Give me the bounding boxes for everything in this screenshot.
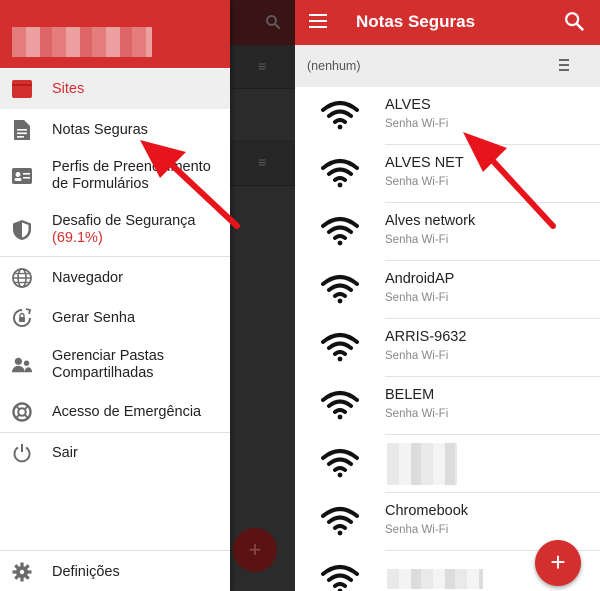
drawer-item-settings[interactable]: Definições [0,552,230,591]
security-score: (69.1%) [52,230,103,246]
dimmed-folder-row: ≡ [230,45,295,89]
note-list-item[interactable] [295,435,600,493]
drawer-item-label: Perfis de Preenchimento de Formulários [52,159,211,193]
note-title: Alves network [385,213,476,229]
drawer-item-secure-notes[interactable]: Notas Seguras [0,110,230,150]
drawer-item-sites[interactable]: Sites [0,69,230,109]
wifi-icon [321,390,359,420]
wifi-icon [321,448,359,478]
note-title: ALVES [385,97,431,113]
dimmed-menu-icon: ≡ [258,154,267,170]
note-title: ARRIS-9632 [385,329,467,345]
note-type: Senha Wi-Fi [385,350,449,362]
drawer-item-label: Definições [52,564,120,580]
dimmed-menu-icon: ≡ [258,58,267,74]
page-title: Notas Seguras [356,12,476,31]
folder-name: (nenhum) [307,59,361,73]
drawer-item-label: Notas Seguras [52,122,148,138]
dimmed-toolbar [230,0,295,45]
dimmed-folder-row: ≡ [230,140,295,186]
drawer-item-label: Sites [52,81,85,97]
browser-window-icon [12,79,32,99]
note-list-item[interactable]: ALVES NET Senha Wi-Fi [295,145,600,203]
wifi-icon [321,158,359,188]
power-icon [12,443,32,463]
drawer-divider [0,256,230,257]
note-type: Senha Wi-Fi [385,292,449,304]
folder-menu-icon[interactable] [559,59,569,71]
document-icon [12,120,32,140]
wifi-icon [321,332,359,362]
note-type: Senha Wi-Fi [385,524,449,536]
label-line: de Formulários [52,176,149,192]
refresh-lock-icon [12,308,32,328]
drawer-item-label: Sair [52,445,78,461]
left-screenshot: ≡ ≡ + Sites Notas Seguras Perfis de Pree… [0,0,295,591]
drawer-item-logout[interactable]: Sair [0,433,230,473]
drawer-item-generate-password[interactable]: Gerar Senha [0,298,230,338]
label-line: Compartilhadas [52,365,154,381]
note-title: BELEM [385,387,435,403]
drawer-header [0,0,230,68]
note-title: Chromebook [385,503,469,519]
note-type: Senha Wi-Fi [385,234,449,246]
redacted-note-title [387,443,457,485]
note-list-item[interactable]: ALVES Senha Wi-Fi [295,87,600,145]
drawer-item-label: Desafio de Segurança (69.1%) [52,213,196,247]
wifi-icon [321,274,359,304]
shield-icon [12,220,32,240]
search-icon[interactable] [563,10,585,32]
dimmed-app-background: ≡ ≡ + [230,0,295,591]
gear-icon [12,562,32,582]
globe-icon [12,268,32,288]
dimmed-search-icon [264,13,282,36]
note-type: Senha Wi-Fi [385,408,449,420]
label-line: Perfis de Preenchimento [52,159,211,175]
label-line: Gerenciar Pastas [52,348,165,364]
right-screenshot: Notas Seguras (nenhum) ALVES Senha Wi-Fi A… [295,0,600,591]
navigation-drawer: Sites Notas Seguras Perfis de Preenchime… [0,0,230,591]
note-type: Senha Wi-Fi [385,176,449,188]
wifi-icon [321,100,359,130]
app-bar: Notas Seguras [295,0,600,45]
drawer-item-label: Gerenciar Pastas Compartilhadas [52,348,164,382]
label-line: Desafio de Segurança [52,213,196,229]
note-list-item[interactable]: ARRIS-9632 Senha Wi-Fi [295,319,600,377]
lifebuoy-icon [12,402,32,422]
drawer-item-label: Navegador [52,270,123,286]
wifi-icon [321,216,359,246]
id-card-icon [12,166,32,186]
note-list-item[interactable]: Alves network Senha Wi-Fi [295,203,600,261]
folder-header[interactable]: (nenhum) [295,45,600,87]
hamburger-menu-icon[interactable] [309,14,327,28]
drawer-item-shared-folders[interactable]: Gerenciar Pastas Compartilhadas [0,340,230,390]
wifi-icon [321,506,359,536]
wifi-icon [321,564,359,591]
add-note-button[interactable]: + [535,540,581,586]
drawer-item-emergency-access[interactable]: Acesso de Emergência [0,392,230,432]
drawer-item-form-fill-profiles[interactable]: Perfis de Preenchimento de Formulários [0,151,230,201]
drawer-item-label: Gerar Senha [52,310,136,326]
note-type: Senha Wi-Fi [385,118,449,130]
note-list-item[interactable]: AndroidAP Senha Wi-Fi [295,261,600,319]
account-email-blurred [12,27,152,57]
users-icon [12,355,32,375]
note-list-item[interactable]: BELEM Senha Wi-Fi [295,377,600,435]
note-title: AndroidAP [385,271,455,287]
drawer-item-label: Acesso de Emergência [52,404,202,420]
note-title: ALVES NET [385,155,464,171]
drawer-item-security-challenge[interactable]: Desafio de Segurança (69.1%) [0,205,230,255]
drawer-item-browser[interactable]: Navegador [0,258,230,298]
redacted-note-title [387,569,483,589]
dimmed-fab: + [233,528,277,572]
drawer-divider [0,550,230,551]
